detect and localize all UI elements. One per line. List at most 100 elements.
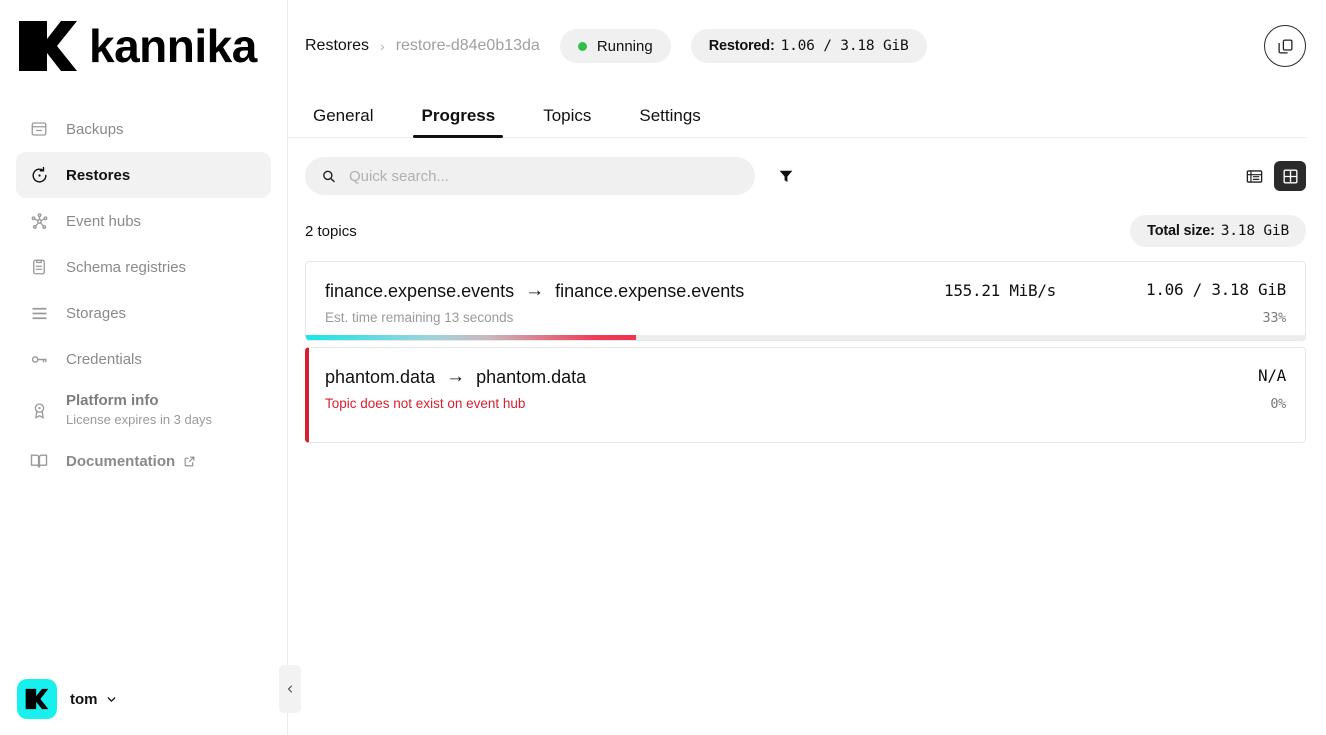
chevron-down-icon [105,693,118,706]
sidebar-item-event-hubs[interactable]: Event hubs [16,198,271,244]
status-label: Running [596,37,653,55]
sidebar-item-label: Backups [66,120,124,138]
tab-bar: General Progress Topics Settings [288,92,1306,138]
bytes-progress: N/A [1258,366,1286,385]
topic-list: finance.expense.events → finance.expense… [288,247,1326,443]
grid-view-button[interactable] [1274,161,1306,191]
tab-progress[interactable]: Progress [413,106,503,138]
kannika-logo-icon [19,21,77,71]
total-size-value: 3.18 GiB [1220,223,1289,239]
tab-general[interactable]: General [305,106,381,137]
percent-label: 0% [1270,396,1286,412]
sidebar-collapse-button[interactable] [279,665,301,713]
breadcrumb-current: restore-d84e0b13da [395,37,540,54]
app-root: kannika Backups Restores Event hubs Sche… [0,0,1326,735]
sidebar-item-documentation[interactable]: Documentation [16,438,271,484]
topic-card-right: 155.21 MiB/s 1.06 / 3.18 GiB 33% [944,280,1286,326]
kannika-k-avatar [25,688,49,710]
topic-mapping: finance.expense.events → finance.expense… [325,280,944,302]
list-view-button[interactable] [1238,161,1270,191]
archive-box-icon [26,118,52,140]
badge-seal-icon [26,399,52,421]
topic-source: finance.expense.events [325,280,515,301]
status-badge: Running [559,29,671,63]
license-expiry-text: License expires in 3 days [66,412,212,428]
sidebar-item-credentials[interactable]: Credentials [16,336,271,382]
server-stack-icon [26,302,52,324]
bytes-column: 1.06 / 3.18 GiB 33% [1144,280,1286,326]
sidebar-item-backups[interactable]: Backups [16,106,271,152]
sidebar-item-label: Restores [66,166,131,184]
topic-source: phantom.data [325,366,436,387]
toolbar [288,138,1326,195]
topic-mapping: phantom.data → phantom.data [325,366,1056,388]
topbar: Restores › restore-d84e0b13da Running Re… [288,0,1326,92]
key-icon [26,348,52,370]
topic-target: finance.expense.events [555,280,745,301]
topic-card[interactable]: finance.expense.events → finance.expense… [305,261,1306,341]
user-menu[interactable]: tom [0,663,287,735]
transfer-rate: 155.21 MiB/s [944,281,1056,300]
brand-logo[interactable]: kannika [0,0,287,92]
sidebar-item-platform-info[interactable]: Platform info License expires in 3 days [16,382,271,438]
arrow-right-icon: → [446,366,466,387]
breadcrumb-separator: › [380,38,385,54]
brand-name: kannika [89,20,257,72]
summary-row: 2 topics Total size: 3.18 GiB [288,195,1326,247]
sidebar-item-label: Credentials [66,350,142,368]
book-open-icon [26,450,52,472]
topic-card-body: finance.expense.events → finance.expense… [306,262,1305,340]
nodes-network-icon [26,210,52,232]
filter-button[interactable] [777,167,795,185]
topic-card-left: phantom.data → phantom.data Topic does n… [325,366,1056,412]
sidebar: kannika Backups Restores Event hubs Sche… [0,0,301,735]
avatar [17,679,57,719]
tab-topics[interactable]: Topics [535,106,599,137]
topic-card[interactable]: phantom.data → phantom.data Topic does n… [305,347,1306,443]
clipboard-list-icon [26,256,52,278]
view-toggle-group [1238,161,1306,191]
arrow-right-icon: → [525,280,545,301]
percent-label: 33% [1262,310,1287,326]
sidebar-item-label: Storages [66,304,127,322]
restored-prefix: Restored: [708,38,775,54]
bytes-column: N/A 0% [1144,366,1286,412]
topic-count: 2 topics [305,222,357,240]
sidebar-item-storages[interactable]: Storages [16,290,271,336]
sidebar-item-label: Event hubs [66,212,142,230]
duplicate-copy-icon [1277,38,1293,54]
search-icon [323,170,335,183]
total-size-badge: Total size: 3.18 GiB [1130,215,1306,247]
chevron-left-icon [287,685,293,693]
sidebar-item-restores[interactable]: Restores [16,152,271,198]
breadcrumb-root[interactable]: Restores [305,37,369,55]
duplicate-restore-button[interactable] [1264,25,1306,67]
topbar-actions [1264,25,1306,67]
main-content: Restores › restore-d84e0b13da Running Re… [288,0,1326,735]
filter-funnel-icon [779,170,793,182]
progress-track [306,335,1305,340]
topic-target: phantom.data [476,366,587,387]
platform-info-text: Platform info License expires in 3 days [66,392,212,429]
bytes-progress: 1.06 / 3.18 GiB [1146,280,1286,299]
platform-info-label: Platform info [66,391,159,409]
restored-value: 1.06 / 3.18 GiB [780,38,909,54]
sidebar-item-label: Schema registries [66,258,187,276]
search-box[interactable] [305,157,755,195]
restore-clock-icon [26,164,52,186]
topic-card-left: finance.expense.events → finance.expense… [325,280,944,326]
sidebar-item-label: Documentation [66,452,176,470]
grid-view-icon [1282,168,1298,184]
list-view-icon [1246,169,1262,183]
external-link-icon [183,455,196,468]
status-dot-icon [577,41,587,51]
topic-card-right: N/A 0% [1056,366,1286,412]
search-input[interactable] [348,167,739,185]
sidebar-nav: Backups Restores Event hubs Schema regis… [0,106,287,484]
sidebar-item-schema-registries[interactable]: Schema registries [16,244,271,290]
tab-settings[interactable]: Settings [631,106,708,137]
progress-fill [306,335,636,340]
topic-error-message: Topic does not exist on event hub [325,396,526,411]
user-name: tom [70,690,98,708]
